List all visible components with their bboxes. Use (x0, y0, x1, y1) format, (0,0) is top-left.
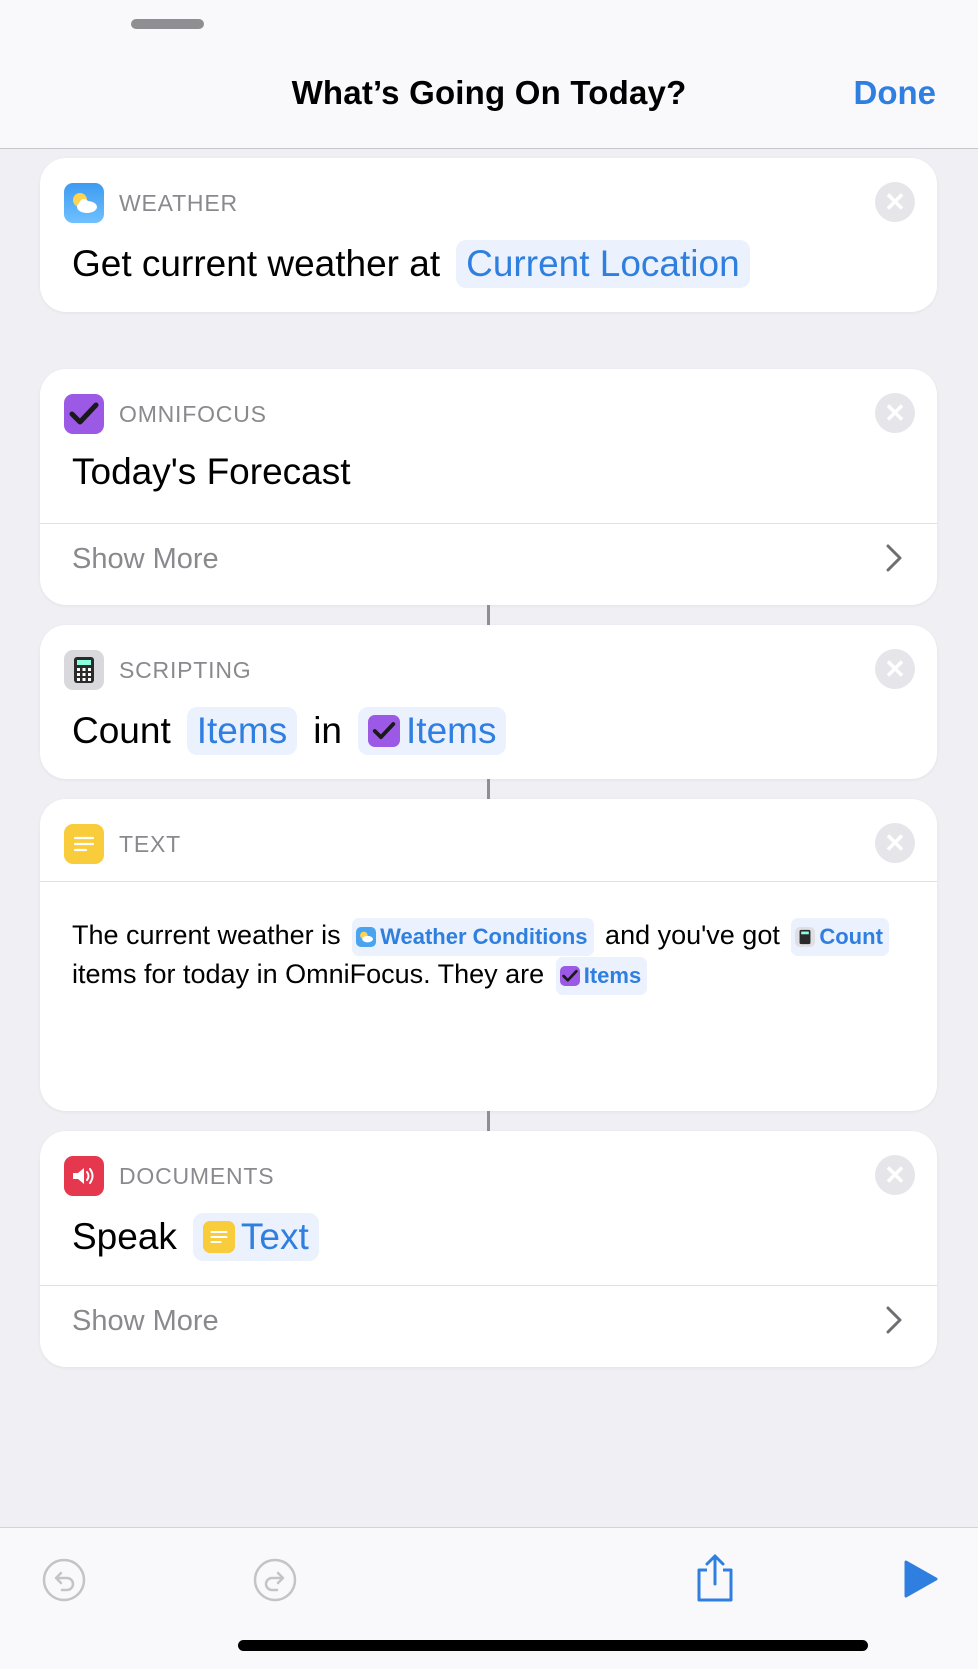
divider (40, 1285, 937, 1286)
action-connector (487, 779, 490, 799)
calculator-icon (64, 650, 104, 690)
action-connector (487, 1111, 490, 1131)
weather-cloud-icon (64, 183, 104, 223)
action-preposition: in (313, 710, 343, 751)
shortcut-title: What’s Going On Today? (291, 74, 687, 111)
action-card-omnifocus[interactable]: OMNIFOCUS ✕ Today's Forecast Show More (40, 369, 937, 605)
omnifocus-check-icon (368, 715, 401, 747)
remove-action-button[interactable]: ✕ (875, 1155, 915, 1195)
action-title: Today's Forecast (72, 451, 351, 492)
token-label: Weather Conditions (380, 923, 588, 949)
show-more-button[interactable]: Show More (72, 543, 219, 576)
text-segment: items for today in OmniFocus. They are (72, 958, 545, 989)
weather-cloud-icon (356, 926, 377, 947)
action-card-speak[interactable]: DOCUMENTS ✕ Speak Text Show More (40, 1131, 937, 1367)
action-card-scripting[interactable]: SCRIPTING ✕ Count Items in Items (40, 625, 937, 779)
redo-icon[interactable] (253, 1558, 297, 1607)
action-category: TEXT (119, 830, 181, 857)
shortcut-editor-canvas: WEATHER ✕ Get current weather at Current… (0, 149, 978, 1527)
divider (40, 881, 937, 882)
close-icon: ✕ (884, 654, 906, 684)
action-parameters: Count Items in Items (72, 707, 522, 755)
text-segment: and you've got (605, 920, 780, 950)
remove-action-button[interactable]: ✕ (875, 182, 915, 222)
location-parameter-token[interactable]: Current Location (456, 240, 750, 288)
action-verb: Count (72, 710, 171, 751)
token-label: Count (819, 923, 883, 949)
speaker-icon (64, 1156, 104, 1196)
action-header: DOCUMENTS (64, 1155, 274, 1197)
text-field[interactable]: The current weather is Weather Condition… (72, 917, 902, 995)
action-category: SCRIPTING (119, 656, 252, 683)
token-label: Items (583, 962, 642, 988)
action-category: WEATHER (119, 189, 238, 216)
home-indicator (238, 1640, 868, 1651)
action-header: WEATHER (64, 182, 238, 224)
divider (40, 523, 937, 524)
token-label: Items (406, 710, 497, 751)
remove-action-button[interactable]: ✕ (875, 393, 915, 433)
token-label: Text (240, 1216, 309, 1257)
action-category: OMNIFOCUS (119, 400, 267, 427)
close-icon: ✕ (884, 1160, 906, 1190)
chevron-right-icon[interactable] (885, 1305, 903, 1340)
close-icon: ✕ (884, 187, 906, 217)
text-lines-icon (64, 824, 104, 864)
count-type-token[interactable]: Items (186, 707, 298, 755)
action-verb: Get current weather at (72, 243, 441, 284)
items-variable-token[interactable]: Items (555, 956, 648, 995)
text-lines-icon (202, 1221, 235, 1253)
omnifocus-check-icon (559, 965, 580, 986)
action-parameters: Get current weather at Current Location (72, 240, 766, 288)
play-icon[interactable] (903, 1559, 939, 1604)
action-header: SCRIPTING (64, 649, 251, 691)
action-header: OMNIFOCUS (64, 393, 267, 435)
remove-action-button[interactable]: ✕ (875, 823, 915, 863)
chevron-right-icon[interactable] (885, 543, 903, 578)
close-icon: ✕ (884, 828, 906, 858)
sheet-grabber[interactable] (131, 19, 204, 29)
show-more-button[interactable]: Show More (72, 1305, 219, 1338)
calculator-icon (795, 926, 816, 947)
count-variable-token[interactable]: Count (791, 917, 889, 956)
remove-action-button[interactable]: ✕ (875, 649, 915, 689)
undo-icon[interactable] (42, 1558, 86, 1607)
close-icon: ✕ (884, 398, 906, 428)
action-category: DOCUMENTS (119, 1162, 275, 1189)
action-verb: Speak (72, 1216, 177, 1257)
action-header: TEXT (64, 823, 181, 865)
action-card-text[interactable]: TEXT ✕ The current weather is Weather Co… (40, 799, 937, 1111)
action-parameters: Speak Text (72, 1213, 335, 1261)
items-variable-token[interactable]: Items (358, 707, 507, 755)
text-variable-token[interactable]: Text (192, 1213, 319, 1261)
action-card-weather[interactable]: WEATHER ✕ Get current weather at Current… (40, 158, 937, 312)
action-connector (487, 605, 490, 625)
omnifocus-check-icon (64, 394, 104, 434)
share-icon[interactable] (694, 1552, 736, 1609)
done-button[interactable]: Done (854, 74, 937, 112)
sheet-header: What’s Going On Today? Done (0, 0, 978, 149)
weather-conditions-token[interactable]: Weather Conditions (352, 917, 594, 956)
text-segment: The current weather is (72, 920, 341, 950)
